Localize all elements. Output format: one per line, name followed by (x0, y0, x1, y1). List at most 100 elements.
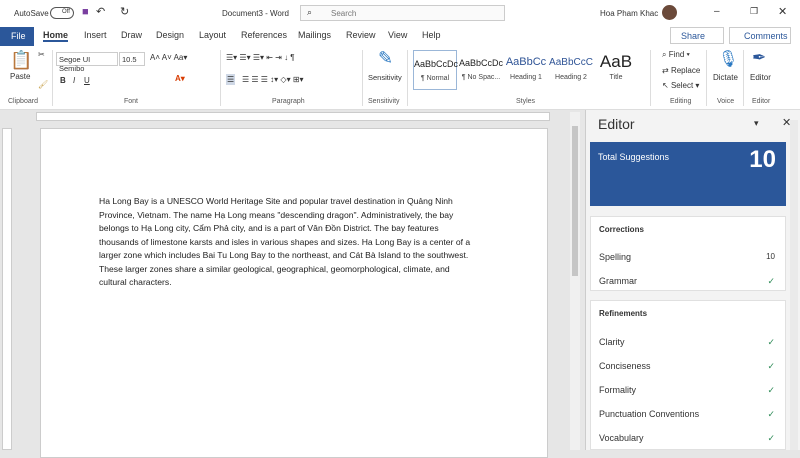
find-button[interactable]: ⌕ Find ▾ (662, 50, 690, 60)
title-bar: AutoSave Off ■ ↶ ↻ Document3 - Word ⌕ Se… (0, 0, 800, 27)
sensitivity-icon[interactable]: ✎ (378, 48, 393, 69)
group-font: Font (124, 98, 139, 105)
editor-pane: Editor ▾ ✕ Total Suggestions 10 Correcti… (585, 110, 800, 450)
paste-icon[interactable]: 📋 (10, 50, 32, 71)
editor-icon[interactable]: ✒ (752, 48, 766, 68)
style-normal[interactable]: AaBbCcDc ¶ Normal (413, 50, 458, 90)
tab-layout[interactable]: Layout (199, 30, 226, 40)
refinement-vocabulary[interactable]: Vocabulary ✓ (599, 433, 775, 443)
search-placeholder: Search (331, 9, 357, 18)
save-icon[interactable]: ■ (82, 6, 89, 18)
grammar-row[interactable]: Grammar ✓ (599, 276, 775, 286)
user-name[interactable]: Hoa Pham Khac (600, 9, 658, 18)
select-button[interactable]: ↖ Select ▾ (662, 81, 699, 90)
dictate-button[interactable]: Dictate (713, 73, 738, 82)
refinement-formality[interactable]: Formality ✓ (599, 385, 775, 395)
replace-button[interactable]: ⇄ Replace (662, 66, 700, 75)
tab-draw[interactable]: Draw (121, 30, 142, 40)
group-paragraph: Paragraph (272, 98, 305, 105)
avatar[interactable] (662, 5, 677, 20)
check-icon: ✓ (767, 337, 775, 347)
style-title[interactable]: AaB Title (594, 50, 638, 90)
search-box[interactable]: ⌕ Search (300, 5, 505, 21)
microphone-icon[interactable]: 🎙 (718, 49, 738, 69)
redo-icon[interactable]: ↻ (120, 5, 129, 18)
document-title: Document3 - Word (222, 9, 289, 18)
paste-label[interactable]: Paste (10, 72, 30, 81)
document-line: larger zone which includes Bai Tu Long B… (99, 250, 469, 260)
editor-scrollbar[interactable] (790, 120, 798, 450)
align-icons[interactable]: ☰ ☰ ☰ ↕▾ ◇▾ ⊞▾ (242, 75, 304, 84)
font-size-select[interactable]: 10.5 (119, 52, 145, 66)
corrections-card: Corrections Spelling 10 Grammar ✓ (590, 216, 786, 291)
tab-file[interactable]: File (0, 27, 34, 46)
minimize-icon[interactable]: – (714, 6, 720, 17)
group-voice: Voice (717, 98, 735, 105)
tab-help[interactable]: Help (422, 30, 441, 40)
total-suggestions-label: Total Suggestions (598, 152, 670, 162)
document-body[interactable]: Ha Long Bay is a UNESCO World Heritage S… (99, 195, 470, 290)
font-color-button[interactable]: A▾ (175, 74, 185, 83)
group-sensitivity: Sensitivity (368, 98, 400, 105)
document-line: belongs to Hạ Long city, Cẩm Phả city, a… (99, 223, 439, 233)
tab-mailings[interactable]: Mailings (298, 30, 331, 40)
refinements-card: Refinements Clarity ✓ Conciseness ✓ Formal… (590, 300, 786, 450)
group-editor: Editor (752, 98, 771, 105)
refinement-punctuation[interactable]: Punctuation Conventions ✓ (599, 409, 775, 419)
format-painter-icon[interactable]: 🖌 (38, 80, 48, 89)
bold-button[interactable]: B (60, 76, 66, 85)
share-label: Share (681, 31, 706, 41)
align-left-icon[interactable]: ☰ (226, 74, 236, 85)
total-suggestions-card[interactable]: Total Suggestions 10 (590, 142, 786, 206)
check-icon: ✓ (767, 385, 775, 395)
tab-view[interactable]: View (388, 30, 407, 40)
check-icon: ✓ (767, 409, 775, 419)
undo-icon[interactable]: ↶ (96, 5, 105, 18)
document-line: These larger zones share a similar geolo… (99, 263, 450, 274)
close-icon[interactable]: ✕ (778, 5, 787, 18)
search-icon: ⌕ (307, 7, 313, 17)
document-line: Province, Vietnam. The name Hạ Long mean… (99, 209, 454, 220)
pane-options-icon[interactable]: ▾ (754, 118, 759, 129)
tab-references[interactable]: References (241, 30, 287, 40)
underline-button[interactable]: U (84, 76, 90, 85)
group-clipboard: Clipboard (8, 98, 38, 105)
sensitivity-button[interactable]: Sensitivity (368, 73, 402, 82)
comments-label: Comments (744, 31, 788, 41)
style-no-spacing[interactable]: AaBbCcDc ¶ No Spac... (459, 50, 503, 90)
document-line: cultural characters. (99, 277, 172, 287)
corrections-heading: Corrections (599, 225, 644, 234)
tab-home[interactable]: Home (43, 30, 69, 42)
restore-icon[interactable]: ❐ (750, 6, 758, 17)
cut-icon[interactable]: ✂ (38, 50, 45, 59)
bullets-icon[interactable]: ☰▾ ☰▾ ☰▾ ⇤ ⇥ ↓ ¶ (226, 53, 295, 62)
autosave-toggle[interactable]: Off (50, 7, 74, 19)
editor-button[interactable]: Editor (750, 73, 771, 82)
document-line: Ha Long Bay is a UNESCO World Heritage S… (99, 196, 453, 206)
check-icon: ✓ (767, 361, 775, 371)
font-name-select[interactable]: Segoe UI Semibo (56, 52, 118, 73)
autosave-label: AutoSave (14, 9, 49, 18)
scrollbar[interactable] (570, 112, 580, 450)
check-icon: ✓ (767, 433, 775, 443)
refinement-conciseness[interactable]: Conciseness ✓ (599, 361, 775, 371)
style-heading-1[interactable]: AaBbCc Heading 1 (504, 50, 548, 90)
horizontal-ruler[interactable] (36, 112, 550, 121)
document-page[interactable]: Ha Long Bay is a UNESCO World Heritage S… (40, 128, 548, 458)
group-styles: Styles (516, 98, 536, 105)
spelling-row[interactable]: Spelling 10 (599, 252, 775, 262)
document-line: thousands of limestone karsts and isles … (99, 236, 471, 247)
vertical-ruler[interactable] (2, 128, 12, 450)
tab-review[interactable]: Review (346, 30, 376, 40)
comments-button[interactable]: Comments (729, 27, 791, 44)
total-suggestions-count: 10 (749, 146, 776, 173)
tab-design[interactable]: Design (156, 30, 184, 40)
share-button[interactable]: Share (670, 27, 724, 44)
ribbon: 📋 Paste ✂ 🖌 Segoe UI Semibo 10.5 A˄ A˅ A… (0, 46, 800, 110)
italic-button[interactable]: I (73, 76, 75, 85)
ribbon-tabs: File Home Insert Draw Design Layout Refe… (0, 27, 800, 46)
refinement-clarity[interactable]: Clarity ✓ (599, 337, 775, 347)
tab-insert[interactable]: Insert (84, 30, 107, 40)
style-heading-2[interactable]: AaBbCcC Heading 2 (549, 50, 593, 90)
check-icon: ✓ (767, 276, 775, 286)
